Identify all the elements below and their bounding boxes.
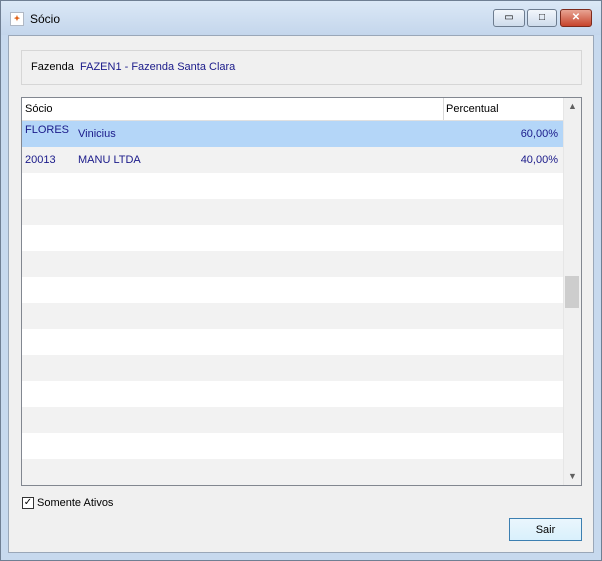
vertical-scrollbar[interactable]: ▲ ▼ <box>563 98 581 485</box>
somente-ativos-label[interactable]: Somente Ativos <box>37 497 113 509</box>
grid-header: Sócio Percentual <box>22 98 564 121</box>
scroll-up-icon[interactable]: ▲ <box>564 98 581 115</box>
socio-grid[interactable]: Sócio Percentual FLORES Vinicius 60,00% 200… <box>21 97 582 486</box>
socio-window: ✦ Sócio ▭ □ ✕ Fazenda FAZEN1 - Fazenda S… <box>0 0 602 561</box>
empty-row[interactable] <box>22 329 564 355</box>
empty-row[interactable] <box>22 173 564 199</box>
dialog-body: Fazenda FAZEN1 - Fazenda Santa Clara Sóc… <box>8 35 594 553</box>
close-icon: ✕ <box>571 12 581 23</box>
empty-row[interactable] <box>22 225 564 251</box>
minimize-button[interactable]: ▭ <box>493 9 525 27</box>
cell-code: 20013 <box>25 154 56 166</box>
cell-name: Vinicius <box>78 128 116 140</box>
empty-row[interactable] <box>22 381 564 407</box>
cell-name: MANU LTDA <box>78 154 141 166</box>
column-header-socio[interactable]: Sócio <box>25 103 53 115</box>
maximize-button[interactable]: □ <box>527 9 557 27</box>
cell-percent: 60,00% <box>520 128 558 140</box>
minimize-icon: ▭ <box>504 12 514 23</box>
title-bar[interactable]: ✦ Sócio ▭ □ ✕ <box>1 1 601 35</box>
somente-ativos-checkbox[interactable]: ✓ <box>22 497 34 509</box>
column-divider[interactable] <box>443 98 444 120</box>
column-header-percentual[interactable]: Percentual <box>446 103 499 115</box>
sair-button[interactable]: Sair <box>509 518 582 541</box>
close-button[interactable]: ✕ <box>560 9 592 27</box>
empty-row[interactable] <box>22 433 564 459</box>
empty-row[interactable] <box>22 277 564 303</box>
fazenda-value: FAZEN1 - Fazenda Santa Clara <box>80 61 236 73</box>
cell-code: FLORES <box>25 124 70 136</box>
app-logo-icon: ✦ <box>10 12 24 26</box>
scroll-thumb[interactable] <box>565 276 579 308</box>
scroll-down-icon[interactable]: ▼ <box>564 468 581 485</box>
window-title: Sócio <box>30 12 61 26</box>
table-row[interactable]: 20013 MANU LTDA 40,00% <box>22 147 564 173</box>
maximize-icon: □ <box>538 12 546 23</box>
empty-row[interactable] <box>22 459 564 485</box>
empty-row[interactable] <box>22 303 564 329</box>
empty-row[interactable] <box>22 199 564 225</box>
empty-row[interactable] <box>22 251 564 277</box>
table-row[interactable]: FLORES Vinicius 60,00% <box>22 121 564 147</box>
grid-rows: FLORES Vinicius 60,00% 20013 MANU LTDA 40,00% <box>22 121 564 485</box>
empty-row[interactable] <box>22 407 564 433</box>
cell-percent: 40,00% <box>520 154 558 166</box>
fazenda-panel: Fazenda FAZEN1 - Fazenda Santa Clara <box>21 50 582 85</box>
empty-row[interactable] <box>22 355 564 381</box>
fazenda-label: Fazenda <box>31 61 74 73</box>
